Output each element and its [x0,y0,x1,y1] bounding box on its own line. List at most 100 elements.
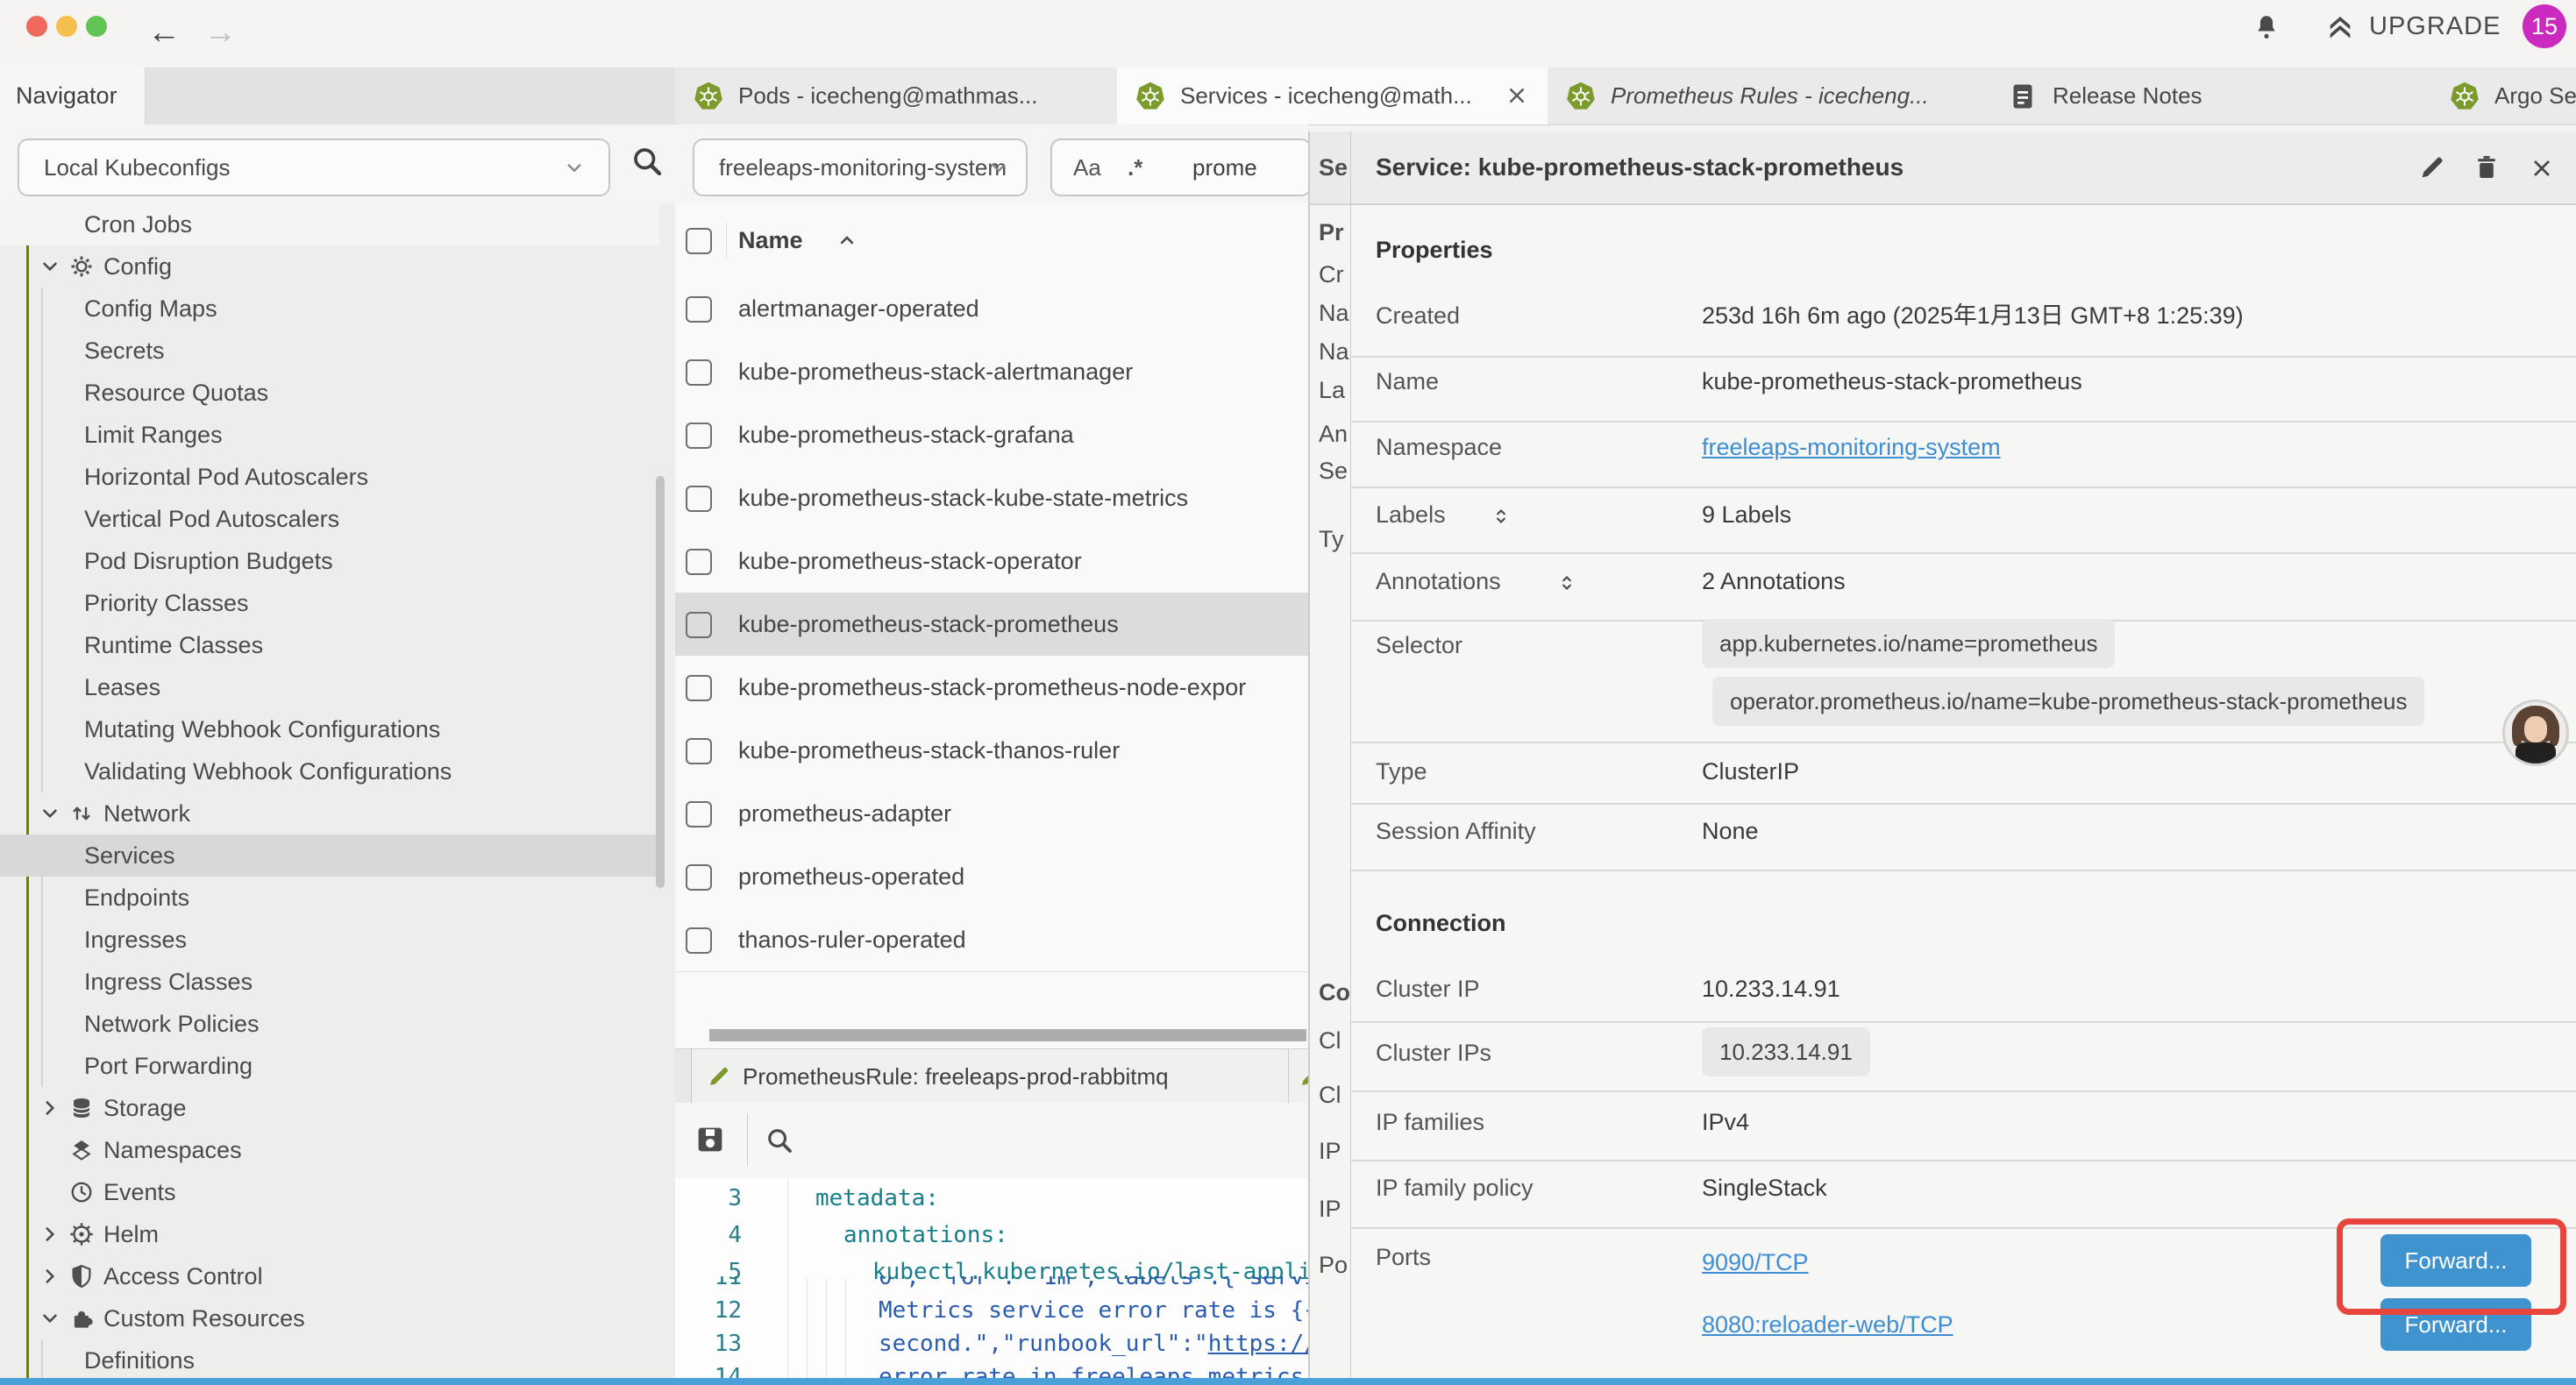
sidebar-item-events[interactable]: Events [0,1171,659,1213]
notifications-bell-icon[interactable] [2252,12,2281,46]
code-line[interactable]: annotations: [843,1222,1008,1248]
match-case-icon[interactable]: Aa [1073,140,1101,195]
select-all-checkbox[interactable] [686,228,712,254]
back-icon[interactable]: ← [147,16,181,49]
sort-asc-icon[interactable] [835,228,859,257]
close-icon[interactable] [2528,154,2556,187]
row-checkbox[interactable] [686,486,712,512]
row-checkbox[interactable] [686,296,712,323]
sidebar-item-services[interactable]: Services [0,835,659,877]
traffic-light-close[interactable] [26,16,47,37]
edit-pencil-icon[interactable] [2417,153,2447,187]
table-row[interactable]: kube-prometheus-stack-grafana [675,403,1308,467]
table-row[interactable]: kube-prometheus-stack-prometheus-node-ex… [675,656,1308,720]
cluster-selector-dropdown[interactable]: Local Kubeconfigs [18,138,610,196]
sidebar-item-ingress-classes[interactable]: Ingress Classes [0,961,659,1003]
tab-prometheus[interactable]: Prometheus Rules - icecheng... [1548,67,1990,124]
port-link[interactable]: 9090/TCP [1702,1245,1809,1280]
row-checkbox[interactable] [686,864,712,891]
editor-tab-partial[interactable] [1288,1049,1308,1104]
table-row[interactable]: kube-prometheus-stack-thanos-ruler [675,719,1308,783]
sidebar-item-runtime-classes[interactable]: Runtime Classes [0,624,659,666]
sidebar-item-limit-ranges[interactable]: Limit Ranges [0,414,659,456]
sidebar-item-cron-jobs[interactable]: Cron Jobs [0,203,659,245]
sort-updown-icon[interactable] [1555,569,1578,604]
row-checkbox[interactable] [686,675,712,701]
sidebar-item-vertical-pod-autoscalers[interactable]: Vertical Pod Autoscalers [0,498,659,540]
table-row[interactable]: prometheus-adapter [675,782,1308,846]
chevron-down-icon[interactable] [39,255,61,282]
code-line[interactable]: 0", "for": "1m", labels :{ service : f [879,1276,1308,1290]
code-line[interactable]: metadata: [815,1185,939,1211]
sidebar-item-network[interactable]: Network [0,792,659,835]
port-link[interactable]: 8080:reloader-web/TCP [1702,1307,1953,1342]
save-icon[interactable] [693,1122,728,1161]
forward-icon[interactable]: → [203,16,237,49]
code-line[interactable]: Metrics service error rate is {{ $va [879,1297,1308,1324]
navigator-tab[interactable]: Navigator [0,67,146,124]
sidebar-item-resource-quotas[interactable]: Resource Quotas [0,372,659,414]
sidebar-item-definitions[interactable]: Definitions [0,1339,659,1381]
sidebar-item-leases[interactable]: Leases [0,666,659,708]
table-row[interactable]: kube-prometheus-stack-kube-state-metrics [675,466,1308,530]
sort-updown-icon[interactable] [1490,502,1512,537]
upgrade-label[interactable]: UPGRADE [2369,0,2501,53]
user-avatar[interactable] [2502,700,2569,766]
sidebar-item-secrets[interactable]: Secrets [0,330,659,372]
background-drawer-sliver[interactable]: Se PrCrNaNaLaAnSeTyCoClClIPIPPo [1308,131,1352,1385]
tab-close-icon[interactable] [1504,82,1530,113]
row-checkbox[interactable] [686,359,712,386]
table-row[interactable]: thanos-ruler-operated [675,908,1308,972]
sidebar-item-namespaces[interactable]: Namespaces [0,1129,659,1171]
upgrade-icon[interactable] [2325,12,2355,46]
code-link[interactable]: https://net [1208,1331,1308,1357]
chevron-down-icon[interactable] [39,802,61,829]
trash-icon[interactable] [2472,153,2501,187]
row-checkbox[interactable] [686,801,712,827]
sidebar-item-helm[interactable]: Helm [0,1213,659,1255]
table-row[interactable]: kube-prometheus-stack-alertmanager [675,340,1308,404]
row-checkbox[interactable] [686,927,712,954]
editor-tab-prometheusrule[interactable]: PrometheusRule: freeleaps-prod-rabbitmq [691,1049,1289,1104]
sidebar-item-pod-disruption-budgets[interactable]: Pod Disruption Budgets [0,540,659,582]
sidebar-item-access-control[interactable]: Access Control [0,1255,659,1297]
tab-services[interactable]: Services - icecheng@math... [1117,67,1548,124]
sidebar-item-storage[interactable]: Storage [0,1087,659,1129]
sidebar-scrollbar[interactable] [656,476,665,888]
regex-icon[interactable]: .* [1128,140,1142,195]
sidebar-item-network-policies[interactable]: Network Policies [0,1003,659,1045]
traffic-light-maximize[interactable] [86,16,107,37]
table-row[interactable]: prometheus-operated [675,845,1308,909]
sidebar-item-port-forwarding[interactable]: Port Forwarding [0,1045,659,1087]
sidebar-item-horizontal-pod-autoscalers[interactable]: Horizontal Pod Autoscalers [0,456,659,498]
row-checkbox[interactable] [686,549,712,575]
chevron-right-icon[interactable] [39,1265,61,1292]
row-checkbox[interactable] [686,423,712,449]
yaml-editor[interactable]: 3metadata:4annotations:5kubectl.kubernet… [675,1178,1308,1378]
row-checkbox[interactable] [686,612,712,638]
sidebar-item-config[interactable]: Config [0,245,659,288]
table-row[interactable]: kube-prometheus-stack-operator [675,529,1308,593]
row-checkbox[interactable] [686,738,712,764]
horizontal-scrollbar[interactable] [709,1029,1306,1041]
editor-search-icon[interactable] [763,1124,796,1161]
sidebar-item-config-maps[interactable]: Config Maps [0,288,659,330]
sidebar-search-icon[interactable] [628,142,666,185]
chevron-right-icon[interactable] [39,1097,61,1124]
traffic-light-minimize[interactable] [56,16,77,37]
sidebar-item-validating-webhook-configurations[interactable]: Validating Webhook Configurations [0,750,659,792]
sidebar-item-custom-resources[interactable]: Custom Resources [0,1297,659,1339]
name-column-header[interactable]: Name [738,203,803,277]
sidebar-item-priority-classes[interactable]: Priority Classes [0,582,659,624]
table-row[interactable]: kube-prometheus-stack-prometheus [675,593,1308,657]
sidebar-item-endpoints[interactable]: Endpoints [0,877,659,919]
sidebar-item-mutating-webhook-configurations[interactable]: Mutating Webhook Configurations [0,708,659,750]
list-search-input[interactable]: Aa .* prome [1050,138,1308,196]
notification-count-badge[interactable]: 15 [2523,4,2566,48]
table-row[interactable]: alertmanager-operated [675,277,1308,341]
namespace-filter-dropdown[interactable]: freeleaps-monitoring-system [693,138,1028,196]
chevron-right-icon[interactable] [39,1223,61,1250]
tab-release-notes[interactable]: Release Notes [1989,67,2432,124]
sidebar-item-ingresses[interactable]: Ingresses [0,919,659,961]
namespace-link[interactable]: freeleaps-monitoring-system [1702,430,2001,465]
